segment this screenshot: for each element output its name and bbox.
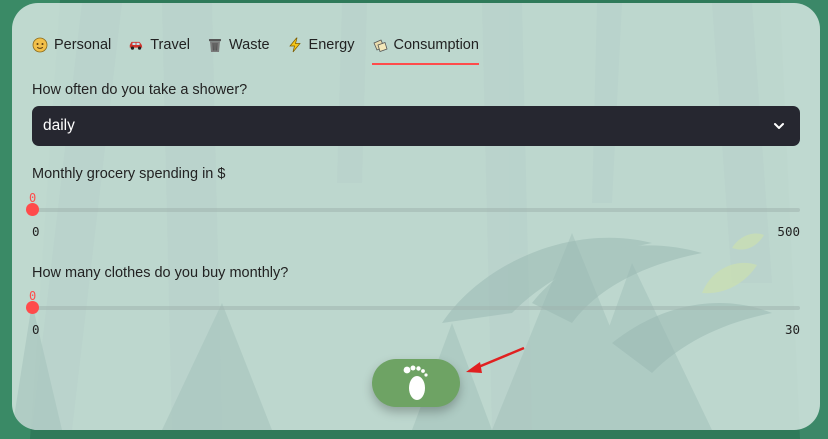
shopping-bags-icon <box>372 37 388 53</box>
clothes-label: How many clothes do you buy monthly? <box>32 265 289 281</box>
grocery-label: Monthly grocery spending in $ <box>32 166 226 182</box>
footprint-icon <box>403 365 428 400</box>
tab-label: Waste <box>228 37 270 53</box>
slider-track[interactable] <box>32 306 800 310</box>
tab-consumption[interactable]: Consumption <box>371 31 480 65</box>
person-emoji-icon <box>32 37 48 53</box>
tab-label: Energy <box>308 37 355 53</box>
slider-thumb[interactable] <box>26 301 39 314</box>
tab-energy[interactable]: Energy <box>287 31 355 59</box>
tab-personal[interactable]: Personal <box>32 31 111 59</box>
shower-label: How often do you take a shower? <box>32 82 248 98</box>
slider-min-label: 0 <box>32 224 40 239</box>
tab-waste[interactable]: Waste <box>207 31 270 59</box>
tab-label: Personal <box>54 37 112 53</box>
shower-select[interactable]: daily <box>32 106 800 146</box>
shower-selected-value: daily <box>43 117 75 134</box>
slider-thumb[interactable] <box>26 203 39 216</box>
tab-label: Travel <box>150 37 190 53</box>
car-icon <box>128 37 144 53</box>
slider-max-label: 30 <box>784 322 800 337</box>
annotation-arrow <box>466 346 525 373</box>
chevron-down-icon <box>774 123 784 129</box>
clothes-slider[interactable]: 0 0 30 <box>26 289 800 349</box>
trash-can-icon <box>207 37 223 53</box>
lightning-icon <box>287 37 303 53</box>
slider-max-label: 500 <box>777 224 800 239</box>
slider-min-label: 0 <box>32 322 40 337</box>
tab-label: Consumption <box>393 37 479 53</box>
tab-travel[interactable]: Travel <box>128 31 190 59</box>
calculate-footprint-button[interactable] <box>372 359 460 407</box>
tab-bar: Personal Travel Waste Energy Consumption <box>32 31 496 65</box>
grocery-slider[interactable]: 0 0 500 <box>26 191 800 251</box>
form-panel: Personal Travel Waste Energy Consumption <box>12 3 820 430</box>
slider-track[interactable] <box>32 208 800 212</box>
